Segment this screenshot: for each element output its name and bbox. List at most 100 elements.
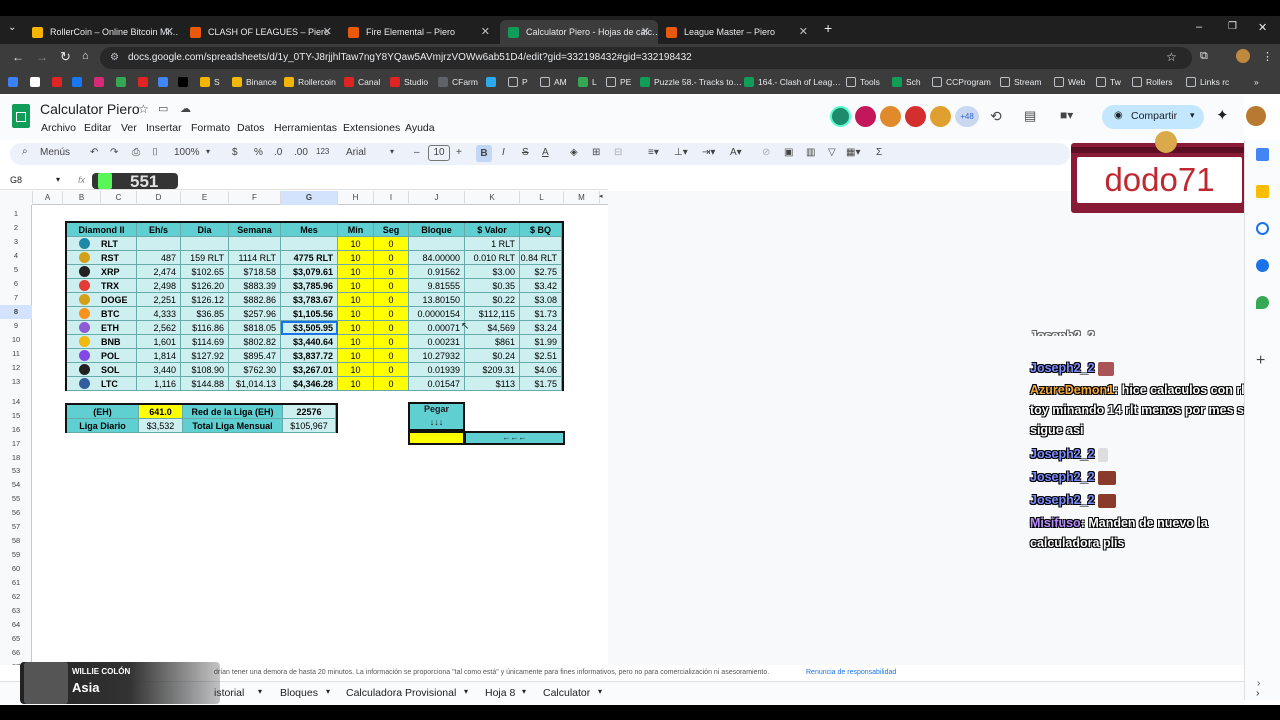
back-icon[interactable]: ← [12, 50, 24, 64]
cell-eh-s[interactable]: 2,474 [137, 265, 181, 279]
share-button[interactable]: ◉ Compartir ▾ [1102, 105, 1204, 129]
cell-dia[interactable] [181, 237, 229, 251]
cell-eh-s[interactable]: 1,814 [137, 349, 181, 363]
paste-input-cell[interactable] [408, 431, 465, 445]
row-header[interactable]: 18 [0, 451, 32, 465]
tasks-icon[interactable] [1256, 222, 1269, 235]
collaborator-avatar[interactable] [830, 106, 851, 127]
chevron-down-icon[interactable]: ▾ [206, 147, 210, 156]
row-header[interactable]: 63 [0, 604, 32, 618]
cell-eh-s[interactable]: 2,498 [137, 279, 181, 293]
bookmark-l[interactable]: L [578, 77, 597, 87]
cell-min[interactable]: 10 [338, 377, 374, 391]
bookmark-cfarm[interactable]: CFarm [438, 77, 478, 87]
cell-bloque[interactable]: 10.27932 [409, 349, 465, 363]
menu-formato[interactable]: Formato [191, 122, 230, 134]
cell-coin-name[interactable]: RST [67, 251, 137, 265]
row-header[interactable]: 2 [0, 221, 32, 235]
cell-bloque[interactable]: 84.00000 [409, 251, 465, 265]
tab-list-icon[interactable]: ⌄ [8, 22, 16, 33]
forward-icon[interactable]: → [36, 50, 48, 64]
cell-dia[interactable]: $36.85 [181, 307, 229, 321]
liga-diario-value[interactable]: $3,532 [139, 419, 183, 433]
cell-bq[interactable]: $3.24 [520, 321, 562, 335]
cell-bq[interactable]: 0.84 RLT [520, 251, 562, 265]
cell-coin-name[interactable]: TRX [67, 279, 137, 293]
strikethrough-button[interactable]: S [522, 147, 529, 158]
percent-format[interactable]: % [254, 147, 263, 158]
row-header[interactable]: 58 [0, 534, 32, 548]
cell-valor[interactable]: $0.24 [465, 349, 520, 363]
cell-semana[interactable]: $718.58 [229, 265, 281, 279]
bookmark-rollercoin[interactable]: Rollercoin [284, 77, 336, 87]
sheet-tab-calculator[interactable]: Calculator [543, 687, 590, 699]
url-input[interactable]: ⚙ docs.google.com/spreadsheets/d/1y_0TY-… [100, 47, 1192, 69]
text-color-button[interactable]: A [542, 147, 549, 158]
cell-bq[interactable]: $1.73 [520, 307, 562, 321]
cell-eh-s[interactable]: 487 [137, 251, 181, 265]
bookmark-icon-7[interactable] [138, 77, 152, 87]
cell-valor[interactable]: 1 RLT [465, 237, 520, 251]
cell-coin-name[interactable]: RLT [67, 237, 137, 251]
menus-search[interactable]: Menús [40, 147, 70, 158]
bookmark-icon-1[interactable] [8, 77, 22, 87]
bookmark-star-icon[interactable]: ☆ [1166, 50, 1177, 64]
cell-bloque[interactable]: 13.80150 [409, 293, 465, 307]
reload-icon[interactable]: ↻ [60, 49, 71, 65]
bookmark-facebook-icon[interactable] [72, 77, 86, 87]
row-header[interactable]: 1 [0, 207, 32, 221]
redo-icon[interactable]: ↷ [110, 147, 118, 158]
close-icon[interactable]: ✕ [641, 25, 650, 38]
row-header[interactable]: 6 [0, 277, 32, 291]
restore-icon[interactable]: ❐ [1228, 21, 1237, 32]
column-header[interactable]: I [374, 191, 409, 205]
maps-icon[interactable] [1256, 296, 1269, 309]
row-header[interactable]: 57 [0, 520, 32, 534]
cell-seg[interactable]: 0 [374, 321, 409, 335]
row-header[interactable]: 16 [0, 423, 32, 437]
font-size-increase[interactable]: + [456, 147, 462, 158]
cell-min[interactable]: 10 [338, 265, 374, 279]
cell-mes[interactable]: $4,346.28 [281, 377, 338, 391]
bookmark-tw[interactable]: Tw [1096, 77, 1121, 87]
bookmark-pe[interactable]: PE [606, 77, 631, 87]
cell-bloque[interactable]: 0.01939 [409, 363, 465, 377]
column-header[interactable]: C [101, 191, 137, 205]
text-wrap-icon[interactable]: ⇥▾ [702, 147, 715, 158]
cell-semana[interactable] [229, 237, 281, 251]
cell-bq[interactable]: $3.42 [520, 279, 562, 293]
browser-tab-rollercoin[interactable]: RollerCoin – Online Bitcoin Mi… ✕ [24, 20, 182, 44]
column-header[interactable]: M [564, 191, 600, 205]
account-avatar[interactable] [1246, 106, 1266, 126]
cell-semana[interactable]: 1114 RLT [229, 251, 281, 265]
cell-eh-s[interactable]: 2,562 [137, 321, 181, 335]
cell-bloque[interactable]: 0.00231 [409, 335, 465, 349]
cell-mes[interactable]: $3,837.72 [281, 349, 338, 363]
browser-menu-icon[interactable]: ⋮ [1262, 50, 1273, 63]
cell-mes[interactable]: $1,105.56 [281, 307, 338, 321]
menu-datos[interactable]: Datos [237, 122, 264, 134]
cell-bq[interactable]: $4.06 [520, 363, 562, 377]
column-header[interactable]: K [465, 191, 520, 205]
cell-valor[interactable]: $113 [465, 377, 520, 391]
eh-value[interactable]: 641.0 [139, 405, 183, 419]
cell-min[interactable]: 10 [338, 251, 374, 265]
cell-min[interactable]: 10 [338, 349, 374, 363]
cell-bq[interactable]: $3.08 [520, 293, 562, 307]
cell-bloque[interactable]: 9.81555 [409, 279, 465, 293]
cell-dia[interactable]: 159 RLT [181, 251, 229, 265]
column-header[interactable]: F [229, 191, 281, 205]
font-select[interactable]: Arial [346, 147, 366, 158]
bookmark-telegram-icon[interactable] [486, 77, 500, 87]
calendar-icon[interactable] [1256, 148, 1269, 161]
history-icon[interactable]: ⟲ [990, 108, 1002, 125]
browser-tab-clash-of-leagues[interactable]: CLASH OF LEAGUES – Piero ✕ [182, 20, 340, 44]
row-header[interactable]: 59 [0, 548, 32, 562]
row-header[interactable]: 61 [0, 576, 32, 590]
close-icon[interactable]: ✕ [165, 25, 174, 38]
chevron-down-icon[interactable]: ▾ [598, 687, 602, 696]
cell-semana[interactable]: $762.30 [229, 363, 281, 377]
more-collaborators-badge[interactable]: +48 [955, 106, 979, 127]
total-liga-value[interactable]: $105,967 [283, 419, 336, 433]
sheet-tab-bloques[interactable]: Bloques [280, 687, 318, 699]
